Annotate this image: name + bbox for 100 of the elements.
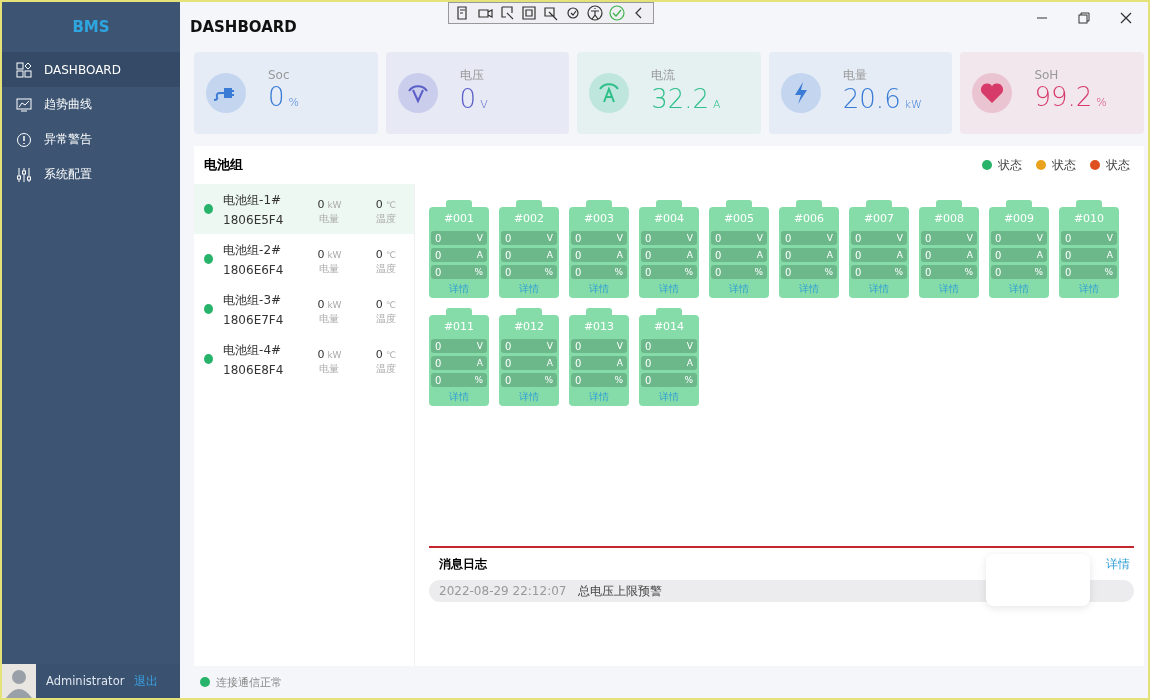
cell-reading: 0 %: [501, 265, 557, 279]
cell-id: #005: [723, 211, 755, 227]
cell-reading: 0 A: [711, 248, 767, 262]
details-link[interactable]: 详情: [589, 282, 609, 296]
details-link[interactable]: 详情: [449, 390, 469, 404]
cell-reading: 0 V: [781, 231, 837, 245]
stat-label: 电量: [842, 66, 868, 84]
details-link[interactable]: 详情: [799, 282, 819, 296]
legend-label: 状态: [1106, 156, 1130, 174]
temperature-label: 温度: [375, 311, 396, 326]
power-unit: kW: [327, 349, 342, 360]
temperature-unit: ℃: [385, 299, 396, 310]
cell-reading: 0 V: [431, 231, 487, 245]
cell-reading: 0 %: [641, 265, 697, 279]
tool-icon[interactable]: [587, 5, 603, 21]
status-text: 连接通信正常: [216, 674, 282, 690]
temperature-unit: ℃: [385, 349, 396, 360]
power-value: 0: [317, 247, 325, 261]
alert-icon: [16, 131, 32, 148]
cell-reading: 0 V: [711, 231, 767, 245]
battery-group-item[interactable]: 电池组-2# 1806E6F4 0 kW 电量 0 ℃ 温度: [194, 234, 414, 284]
cell-reading: 0 V: [571, 231, 627, 245]
gauge-icon: [407, 85, 428, 104]
legend-label: 状态: [998, 156, 1022, 174]
details-link[interactable]: 详情: [519, 390, 539, 404]
details-link[interactable]: 详情: [869, 282, 889, 296]
battery-group-item[interactable]: 电池组-1# 1806E5F4 0 kW 电量 0 ℃ 温度: [194, 184, 414, 234]
details-link[interactable]: 详情: [1106, 555, 1130, 573]
chart-icon: [16, 96, 32, 113]
cell-reading: 0 V: [921, 231, 977, 245]
stat-unit: kW: [904, 97, 922, 111]
stat-unit: V: [480, 97, 488, 111]
tool-icon[interactable]: [565, 5, 581, 21]
stat-value: 99.2: [1034, 82, 1093, 112]
plug-icon: [213, 88, 235, 101]
panel-title: 电池组: [204, 156, 243, 174]
cell-id: #012: [513, 319, 545, 335]
details-link[interactable]: 详情: [449, 282, 469, 296]
details-link[interactable]: 详情: [729, 282, 749, 296]
cell-reading: 0 %: [781, 265, 837, 279]
nav-item[interactable]: 系统配置: [2, 157, 180, 192]
group-name: 电池组-2#: [223, 241, 283, 259]
details-link[interactable]: 详情: [939, 282, 959, 296]
tool-icon[interactable]: [499, 5, 515, 21]
cell-reading: 0 V: [571, 339, 627, 353]
group-name: 电池组-1#: [223, 191, 283, 209]
cell-reading: 0 %: [991, 265, 1047, 279]
tool-icon[interactable]: [521, 5, 537, 21]
group-name: 电池组-3#: [223, 291, 283, 309]
cell-reading: 0 A: [431, 248, 487, 262]
cell-reading: 0 V: [641, 231, 697, 245]
battery-group-item[interactable]: 电池组-4# 1806E8F4 0 kW 电量 0 ℃ 温度: [194, 334, 414, 384]
cell-reading: 0 A: [571, 356, 627, 370]
group-code: 1806E8F4: [223, 362, 285, 377]
cell-reading: 0 %: [921, 265, 977, 279]
log-title: 消息日志: [439, 555, 487, 573]
details-link[interactable]: 详情: [1009, 282, 1029, 296]
temperature-unit: ℃: [385, 199, 396, 210]
details-link[interactable]: 详情: [519, 282, 539, 296]
tool-icon[interactable]: [543, 5, 559, 21]
log-time: 2022-08-29 22:12:07: [439, 584, 567, 598]
details-link[interactable]: 详情: [589, 390, 609, 404]
cell-reading: 0 A: [1061, 248, 1117, 262]
details-link[interactable]: 详情: [1079, 282, 1099, 296]
cell-reading: 0 V: [501, 231, 557, 245]
battery-group-item[interactable]: 电池组-3# 1806E7F4 0 kW 电量 0 ℃ 温度: [194, 284, 414, 334]
power-value: 0: [317, 197, 325, 211]
cell-reading: 0 %: [571, 373, 627, 387]
dashboard-icon: [16, 61, 32, 78]
cell-reading: 0 V: [1061, 231, 1117, 245]
stat-unit: A: [713, 97, 721, 111]
nav-item[interactable]: 趋势曲线: [2, 87, 180, 122]
ammeter-icon: [599, 83, 620, 103]
legend-label: 状态: [1052, 156, 1076, 174]
lightning-icon: [794, 82, 807, 104]
logout-link[interactable]: 退出: [134, 673, 159, 689]
cell-reading: 0 %: [711, 265, 767, 279]
temperature-value: 0: [375, 247, 383, 261]
stat-label: 电压: [459, 66, 485, 84]
stat-unit: %: [288, 96, 299, 109]
cell-id: #004: [653, 211, 685, 227]
cell-reading: 0 A: [991, 248, 1047, 262]
nav-item[interactable]: 异常警告: [2, 122, 180, 157]
power-value: 0: [317, 297, 325, 311]
group-code: 1806E5F4: [223, 212, 285, 227]
app-logo: BMS: [71, 17, 111, 38]
details-link[interactable]: 详情: [659, 390, 679, 404]
temperature-value: 0: [375, 347, 383, 361]
nav-item[interactable]: DASHBOARD: [2, 52, 180, 87]
stat-value: 32.2: [651, 83, 710, 114]
group-name: 电池组-4#: [223, 341, 283, 359]
cell-reading: 0 %: [571, 265, 627, 279]
details-link[interactable]: 详情: [659, 282, 679, 296]
heart-icon: [981, 83, 1004, 103]
temperature-value: 0: [375, 297, 383, 311]
cell-reading: 0 %: [851, 265, 907, 279]
cell-reading: 0 V: [501, 339, 557, 353]
power-unit: kW: [327, 199, 342, 210]
stat-unit: %: [1096, 96, 1107, 109]
power-label: 电量: [319, 311, 340, 326]
